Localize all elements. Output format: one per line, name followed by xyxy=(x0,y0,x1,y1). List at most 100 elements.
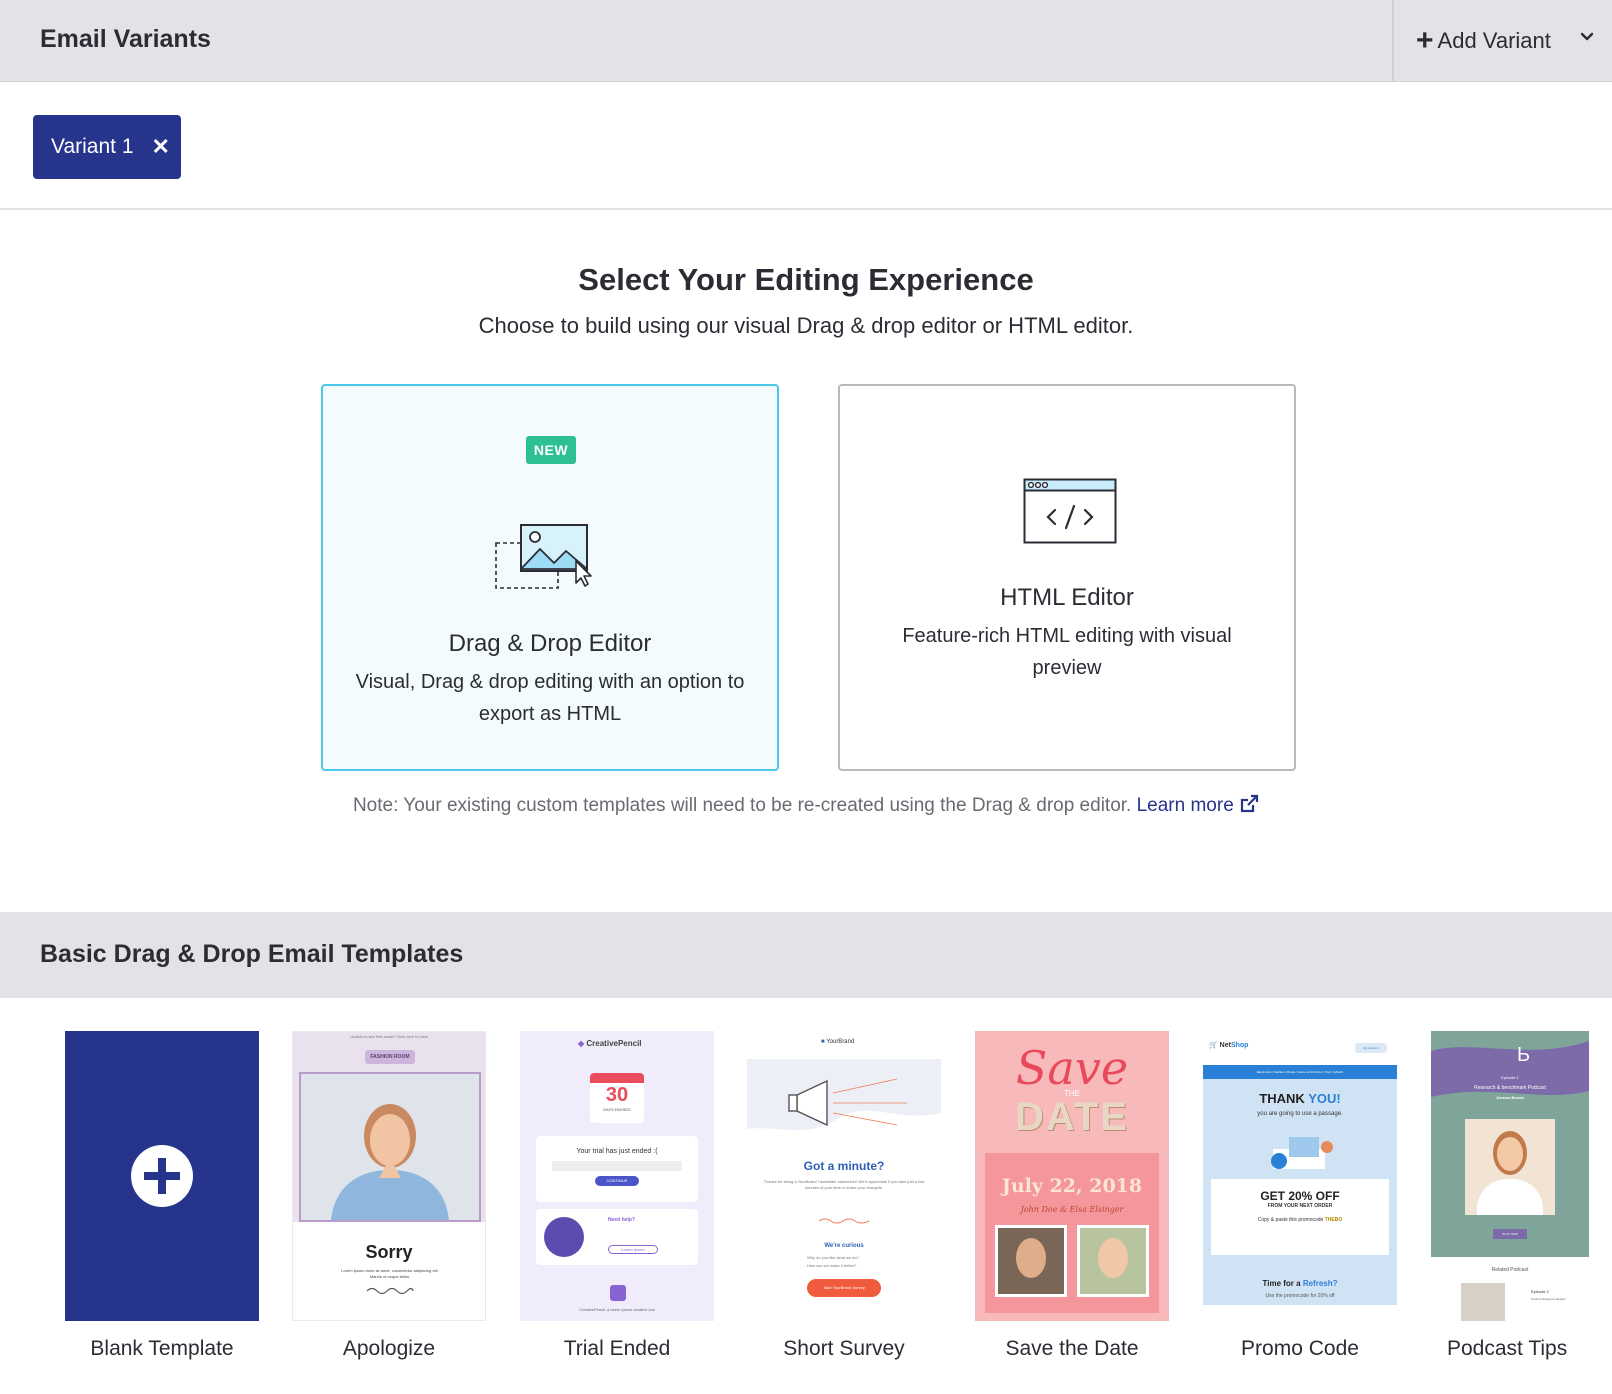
thumb-body: Thanks for being a YourBrand' newsletter… xyxy=(763,1179,925,1190)
html-editor-description: Feature-rich HTML editing with visual pr… xyxy=(902,625,1232,679)
thumb-photo xyxy=(1465,1119,1555,1215)
template-thumbnail: Save THE DATE July 22, 2018 John Doe & E… xyxy=(975,1031,1169,1321)
template-label: Blank Template xyxy=(90,1337,234,1360)
thumb-card: Your trial has just ended :( CONTINUE xyxy=(536,1136,698,1202)
template-trial-ended[interactable]: ◆ CreativePencil 30 DAYS PASSED Your tri… xyxy=(520,1031,714,1360)
thumb-photo-groom xyxy=(995,1225,1067,1297)
thumb-heading: Your trial has just ended :( xyxy=(576,1148,658,1155)
template-blank[interactable]: Blank Template xyxy=(65,1031,259,1360)
thumb-thanks-sub: you are going to use a passage. xyxy=(1257,1111,1343,1117)
add-variant-label: Add Variant xyxy=(1437,28,1551,53)
new-badge: NEW xyxy=(526,436,576,464)
thumb-body-lines xyxy=(552,1161,682,1171)
drag-drop-editor-title: Drag & Drop Editor xyxy=(448,630,652,657)
thumb-brand: ■ YourBrand xyxy=(821,1039,855,1045)
plus-icon: + xyxy=(1416,24,1434,57)
thumb-day-label: DAYS PASSED xyxy=(603,1107,631,1112)
thumb-q1: Why do you like what we do? xyxy=(807,1255,859,1260)
template-podcast-tips[interactable]: Ь Episode 1 Research & benchmark Podcast… xyxy=(1431,1031,1612,1360)
thumb-nav: Electronics | Fashion | Books | Home and… xyxy=(1203,1065,1397,1079)
code-window-icon xyxy=(1023,478,1117,544)
thumb-q2: How can we make it better? xyxy=(807,1263,857,1268)
thumb-ep2-title: Product Design & Ideation xyxy=(1531,1297,1566,1301)
variant-tab-1[interactable]: Variant 1 ✕ xyxy=(33,115,181,179)
thumb-date-text: DATE xyxy=(1015,1095,1129,1139)
template-thumbnail: 🛒 NetShop My account Electronics | Fashi… xyxy=(1203,1031,1397,1321)
learn-more-label: Learn more xyxy=(1136,795,1234,816)
thumb-account: My account xyxy=(1355,1043,1387,1053)
learn-more-link[interactable]: Learn more xyxy=(1136,794,1259,816)
variant-tab-label: Variant 1 xyxy=(51,135,134,158)
template-label: Trial Ended xyxy=(563,1337,671,1360)
person-photo-icon xyxy=(301,1074,479,1220)
thumb-save-text: Save xyxy=(1015,1041,1129,1095)
thumb-refresh: Time for a Refresh? xyxy=(1262,1279,1338,1288)
thumb-ep2: Episode 2 xyxy=(1531,1289,1549,1294)
thumb-code-line: Copy & paste this promocode THEBO xyxy=(1257,1217,1343,1223)
thumb-related: Related Podcast xyxy=(1491,1267,1529,1273)
template-apologize[interactable]: Unable to see this email? Click here to … xyxy=(292,1031,486,1360)
templates-section-title: Basic Drag & Drop Email Templates xyxy=(40,940,464,968)
thumb-names: John Doe & Elsa Elsinger xyxy=(1020,1205,1124,1214)
thumb-footer: CreativePencil, a lorem ipsum creative t… xyxy=(579,1307,655,1312)
thumb-author: Jessica Brown xyxy=(1495,1095,1524,1100)
svg-text:Ь: Ь xyxy=(1517,1044,1530,1066)
thumb-body: Lorem ipsum dolor sit amet, consectetur … xyxy=(341,1268,439,1279)
template-label: Apologize xyxy=(342,1337,436,1360)
thumb-photo-bride xyxy=(1077,1225,1149,1297)
wave-divider-icon xyxy=(818,1218,870,1224)
template-thumbnail: ◆ CreativePencil 30 DAYS PASSED Your tri… xyxy=(520,1031,714,1321)
thumb-calendar: 30 DAYS PASSED xyxy=(590,1073,644,1123)
editor-note: Note: Your existing custom templates wil… xyxy=(0,794,1612,817)
thumb-brand: FASHION ROOM xyxy=(365,1050,415,1064)
thumb-offer-box: GET 20% OFF FROM YOUR NEXT ORDER Copy & … xyxy=(1211,1179,1389,1255)
template-label: Podcast Tips xyxy=(1447,1337,1568,1360)
thumb-illustration-icon xyxy=(1271,1137,1333,1169)
drag-drop-icon xyxy=(495,524,592,589)
editor-select-title: Select Your Editing Experience xyxy=(578,262,1034,297)
megaphone-icon xyxy=(747,1059,941,1131)
editor-note-text: Note: Your existing custom templates wil… xyxy=(352,795,1132,816)
thumb-avatar xyxy=(544,1217,584,1257)
template-short-survey[interactable]: ■ YourBrand Got a minute? Thanks for bei… xyxy=(747,1031,941,1360)
thumb-event-date: July 22, 2018 xyxy=(1001,1175,1143,1197)
thumb-heading: Sorry xyxy=(365,1242,413,1262)
thumb-thanks: THANK YOU! xyxy=(1259,1091,1341,1106)
template-label: Save the Date xyxy=(1005,1337,1139,1360)
thumb-day: 30 xyxy=(605,1084,629,1106)
thumb-refresh-sub: Use the promocode for 20% off xyxy=(1265,1293,1335,1299)
plus-circle-icon xyxy=(131,1145,193,1207)
page-title: Email Variants xyxy=(40,25,211,53)
thumb-episode: Episode 1 xyxy=(1501,1075,1519,1080)
email-variants-header: Email Variants + Add Variant xyxy=(0,0,1612,82)
html-editor-card[interactable]: HTML Editor Feature-rich HTML editing wi… xyxy=(838,384,1296,771)
thumb-offer: GET 20% OFF xyxy=(1260,1189,1340,1203)
template-promo-code[interactable]: 🛒 NetShop My account Electronics | Fashi… xyxy=(1203,1031,1397,1360)
external-link-icon xyxy=(1240,794,1259,813)
chevron-down-icon xyxy=(1580,32,1594,41)
thumb-heading: Research & benchmark Podcast xyxy=(1474,1085,1546,1091)
template-thumbnail xyxy=(65,1031,259,1321)
close-icon[interactable]: ✕ xyxy=(152,134,170,160)
thumb-help: Need help? xyxy=(608,1217,635,1223)
thumb-button: Take YourBrand Survey xyxy=(807,1279,881,1297)
squiggle-divider-icon xyxy=(366,1287,414,1295)
thumb-brand: 🛒 NetShop xyxy=(1209,1042,1249,1049)
drag-drop-editor-description: Visual, Drag & drop editing with an opti… xyxy=(355,671,745,725)
thumb-offer-sub: FROM YOUR NEXT ORDER xyxy=(1267,1203,1333,1209)
add-variant-button[interactable]: + Add Variant xyxy=(1394,0,1612,82)
template-label: Promo Code xyxy=(1241,1337,1359,1360)
thumb-photo-frame xyxy=(299,1072,481,1222)
thumb-curious: We're curious xyxy=(824,1243,864,1249)
thumb-related-photo xyxy=(1461,1283,1505,1321)
thumb-button: PLAY NOW xyxy=(1493,1229,1527,1239)
thumb-logo-icon xyxy=(610,1285,626,1301)
thumb-heading: Got a minute? xyxy=(803,1159,885,1173)
thumb-brand: ◆ CreativePencil xyxy=(578,1039,642,1048)
template-save-the-date[interactable]: Save THE DATE July 22, 2018 John Doe & E… xyxy=(975,1031,1169,1360)
html-editor-title: HTML Editor xyxy=(1000,584,1134,611)
thumb-help-card: Need help? Lorem Ipsum xyxy=(536,1209,698,1265)
drag-drop-editor-card[interactable]: NEW Drag & Drop Editor Visual, Drag & dr… xyxy=(321,384,779,771)
template-label: Short Survey xyxy=(783,1337,905,1360)
thumb-header-text: Unable to see this email? Click here to … xyxy=(350,1034,428,1039)
